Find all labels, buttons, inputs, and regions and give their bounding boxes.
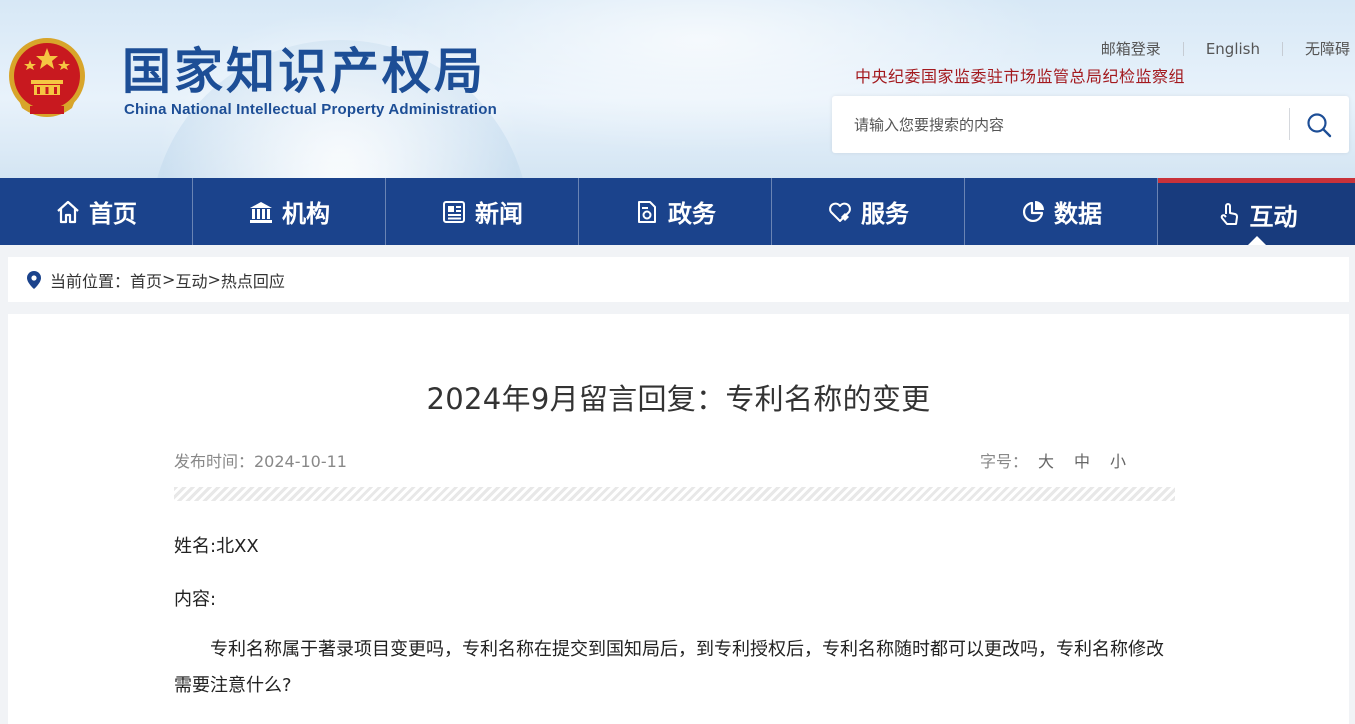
english-link[interactable]: English [1184, 40, 1282, 58]
breadcrumb-interaction[interactable]: 互动 [175, 268, 207, 292]
search-button[interactable] [1302, 108, 1336, 142]
nav-label: 数据 [1054, 200, 1102, 228]
nav-label: 新闻 [475, 200, 523, 228]
font-size-label: 字号： [980, 452, 1029, 471]
touch-icon [1216, 201, 1242, 227]
nav-item-home[interactable]: 首页 [0, 178, 193, 245]
breadcrumb-separator: > [207, 270, 221, 289]
main-nav: 首页 机构 新闻 政务 服务 数据 互动 [0, 178, 1355, 245]
search-input[interactable] [832, 96, 1287, 153]
asker-name: 姓名:北XX [174, 536, 259, 557]
nav-label: 互动 [1249, 202, 1298, 231]
breadcrumb: 当前位置： 首页 > 互动 > 热点回应 [8, 257, 1349, 302]
breadcrumb-home[interactable]: 首页 [130, 268, 162, 292]
institution-icon [248, 199, 274, 225]
font-size-medium[interactable]: 中 [1074, 448, 1090, 472]
font-size-large[interactable]: 大 [1038, 448, 1054, 472]
divider [1289, 108, 1290, 140]
site-header: 国家知识产权局 China National Intellectual Prop… [0, 0, 1355, 178]
heart-hand-icon [827, 199, 853, 225]
mail-login-link[interactable]: 邮箱登录 [1079, 40, 1183, 58]
content-label: 内容: [174, 589, 217, 610]
nav-item-news[interactable]: 新闻 [386, 178, 579, 245]
nav-item-institution[interactable]: 机构 [193, 178, 386, 245]
top-links: 邮箱登录 English 无障碍 [1079, 39, 1350, 59]
breadcrumb-hot-response[interactable]: 热点回应 [221, 268, 285, 292]
publish-date: 发布时间：2024-10-11 [174, 452, 347, 471]
active-indicator [1247, 236, 1266, 245]
font-size-switcher: 字号： 大 中 小 [980, 448, 1126, 472]
nav-label: 首页 [89, 200, 137, 228]
nav-label: 政务 [668, 200, 716, 228]
search-icon [1307, 113, 1332, 138]
search-box [832, 96, 1349, 153]
location-pin-icon [26, 270, 42, 290]
article-title: 2024年9月留言回复：专利名称的变更 [426, 382, 931, 416]
question-body: 专利名称属于著录项目变更吗，专利名称在提交到国知局后，到专利授权后，专利名称随时… [174, 639, 1164, 696]
logo-title-cn[interactable]: 国家知识产权局 [122, 44, 486, 100]
nav-label: 机构 [282, 200, 330, 228]
nav-item-interaction[interactable]: 互动 [1158, 178, 1355, 245]
nav-item-government[interactable]: 政务 [579, 178, 772, 245]
font-size-small[interactable]: 小 [1110, 448, 1126, 472]
news-icon [441, 199, 467, 225]
discipline-inspection-link[interactable]: 中央纪委国家监委驻市场监管总局纪检监察组 [855, 63, 1185, 87]
hatched-divider [174, 487, 1175, 501]
nav-label: 服务 [861, 200, 909, 228]
home-icon [55, 199, 81, 225]
nav-item-service[interactable]: 服务 [772, 178, 965, 245]
document-icon [634, 199, 660, 225]
pie-chart-icon [1020, 199, 1046, 225]
breadcrumb-separator: > [162, 270, 176, 289]
nav-item-data[interactable]: 数据 [965, 178, 1158, 245]
accessibility-link[interactable]: 无障碍 [1283, 40, 1350, 58]
national-emblem-icon[interactable] [6, 36, 88, 122]
breadcrumb-prefix: 当前位置： [50, 271, 131, 291]
logo-title-en[interactable]: China National Intellectual Property Adm… [124, 101, 497, 118]
article: 2024年9月留言回复：专利名称的变更 发布时间：2024-10-11 字号： … [8, 314, 1349, 724]
